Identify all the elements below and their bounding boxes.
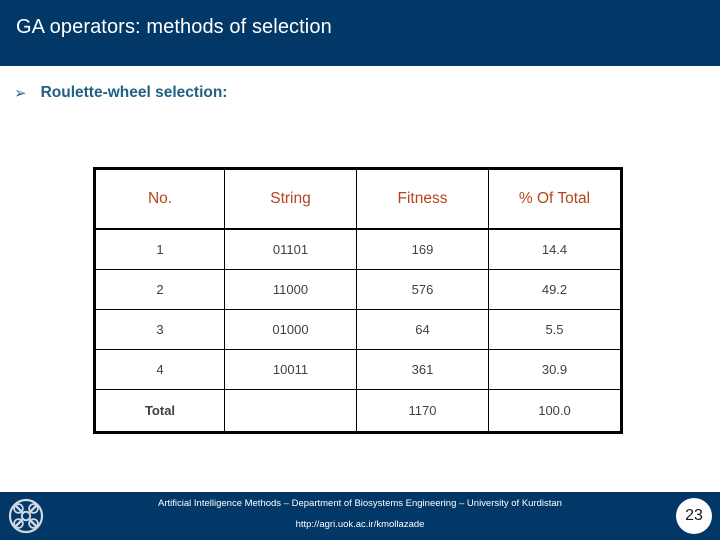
cell-string: 01101: [224, 228, 357, 270]
cell-fitness: 576: [356, 269, 489, 310]
table-row: 3 01000 64 5.5: [94, 309, 622, 350]
roulette-wheel-table-container: No. String Fitness % Of Total 1 01101 16…: [93, 167, 623, 434]
footer-url-line[interactable]: http://agri.uok.ac.ir/kmollazade: [60, 518, 660, 532]
cell-fitness: 64: [356, 309, 489, 350]
cell-total-fitness: 1170: [356, 389, 489, 433]
table-row: 4 10011 361 30.9: [94, 349, 622, 390]
table-header-row: No. String Fitness % Of Total: [94, 168, 622, 230]
cell-total-label: Total: [94, 389, 225, 433]
table-row: 2 11000 576 49.2: [94, 269, 622, 310]
slide-header-band: GA operators: methods of selection: [0, 0, 720, 66]
bullet-list-item: ➢ Roulette-wheel selection:: [14, 84, 227, 102]
page-title: GA operators: methods of selection: [16, 16, 332, 38]
column-header-string: String: [224, 168, 357, 230]
selection-data-table: No. String Fitness % Of Total 1 01101 16…: [93, 167, 623, 434]
header-top-strip: [0, 0, 720, 3]
cell-no: 2: [94, 269, 225, 310]
cell-fitness: 169: [356, 228, 489, 270]
column-header-no: No.: [94, 168, 225, 230]
column-header-percent: % Of Total: [488, 168, 622, 230]
cell-no: 1: [94, 228, 225, 270]
bullet-item-label: Roulette-wheel selection:: [40, 84, 228, 101]
table-row: 1 01101 169 14.4: [94, 228, 622, 270]
cell-fitness: 361: [356, 349, 489, 390]
table-total-row: Total 1170 100.0: [94, 389, 622, 433]
cell-percent: 49.2: [488, 269, 622, 310]
cell-string: 10011: [224, 349, 357, 390]
cell-string: 01000: [224, 309, 357, 350]
cell-string: 11000: [224, 269, 357, 310]
footer-course-line: Artificial Intelligence Methods – Depart…: [158, 498, 562, 509]
university-emblem-icon: [8, 498, 44, 534]
chevron-right-bullet-icon: ➢: [14, 84, 27, 102]
cell-total-string: [224, 389, 357, 433]
cell-percent: 14.4: [488, 228, 622, 270]
cell-percent: 5.5: [488, 309, 622, 350]
page-number-badge: 23: [676, 498, 712, 534]
cell-percent: 30.9: [488, 349, 622, 390]
slide-footer-band: Artificial Intelligence Methods – Depart…: [0, 492, 720, 540]
cell-no: 3: [94, 309, 225, 350]
column-header-fitness: Fitness: [356, 168, 489, 230]
cell-no: 4: [94, 349, 225, 390]
cell-total-percent: 100.0: [488, 389, 622, 433]
footer-text-block: Artificial Intelligence Methods – Depart…: [60, 497, 660, 532]
